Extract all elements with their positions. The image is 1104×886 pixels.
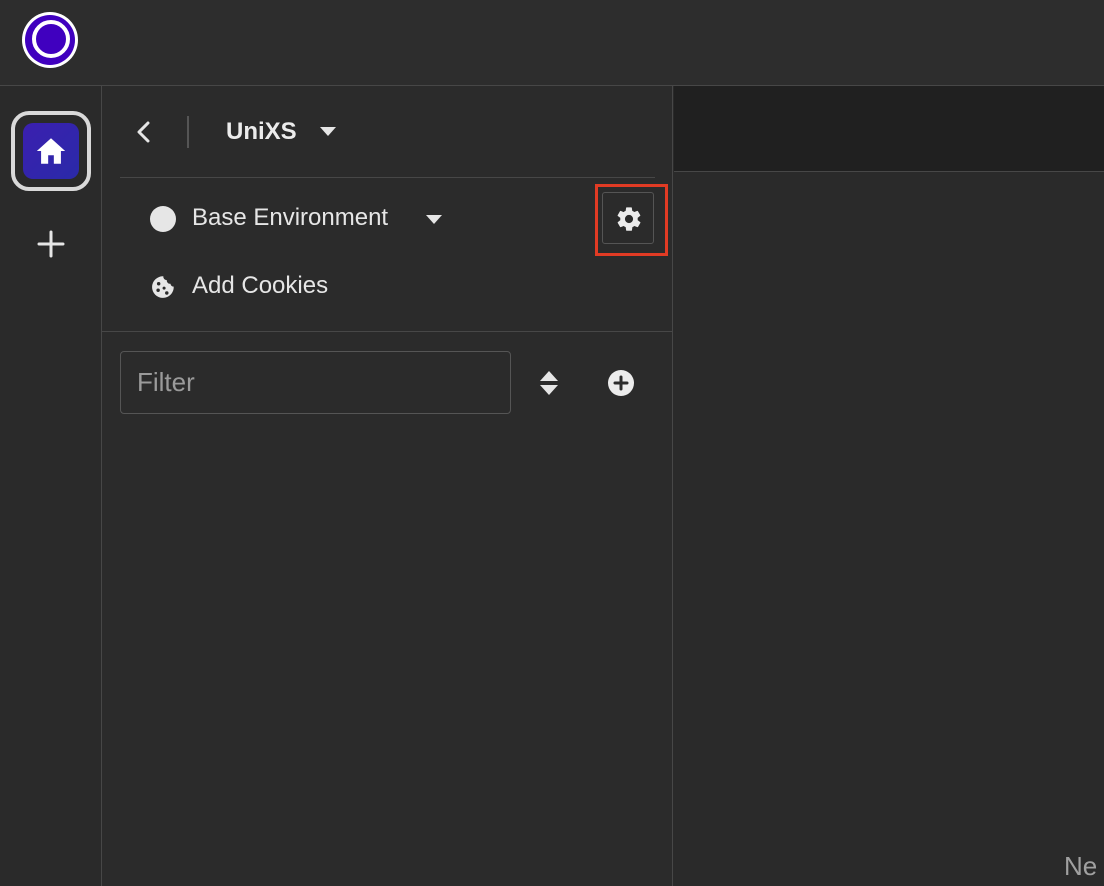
caret-down-icon [426, 215, 442, 224]
workspace-sidebar: UniXS Base Environment Add Cookies [102, 86, 673, 886]
plus-icon[interactable] [33, 226, 69, 262]
app-logo-ring [25, 15, 75, 65]
home-button-inner [23, 123, 79, 179]
plus-circle-icon[interactable] [607, 369, 635, 397]
main-area: Ne [674, 86, 1104, 886]
gear-icon [617, 207, 641, 231]
workspace-name[interactable]: UniXS [226, 116, 297, 148]
main-partial-text[interactable]: Ne [1064, 849, 1097, 883]
workspace-header: UniXS [120, 86, 655, 178]
home-icon [36, 138, 66, 164]
left-rail [0, 86, 102, 886]
sort-icon[interactable] [536, 368, 562, 398]
app-logo-icon[interactable] [22, 12, 78, 68]
environment-label: Base Environment [192, 204, 389, 231]
caret-down-icon[interactable] [320, 127, 336, 137]
add-cookies-label: Add Cookies [192, 272, 329, 299]
add-cookies-button[interactable]: Add Cookies [150, 268, 450, 306]
header-divider [187, 116, 189, 148]
home-button[interactable] [11, 111, 91, 191]
cookie-icon [152, 276, 174, 298]
main-header [674, 86, 1104, 172]
environment-color-dot [150, 206, 176, 232]
section-divider [102, 331, 673, 332]
chevron-left-icon[interactable] [134, 118, 154, 146]
top-bar [0, 0, 1104, 86]
filter-input[interactable] [120, 351, 511, 414]
app-logo-eye [32, 20, 70, 58]
environment-settings-button[interactable] [602, 192, 654, 244]
environment-selector[interactable]: Base Environment [150, 200, 470, 238]
